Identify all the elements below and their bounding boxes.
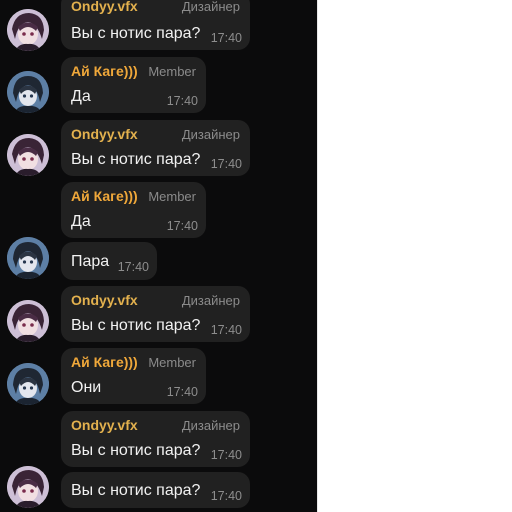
message-time: 17:40 <box>166 94 198 108</box>
message-bubble[interactable]: Ondyy.vfx Дизайнер Вы с нотис пара? 17:4… <box>61 0 250 50</box>
message-time: 17:40 <box>210 489 242 503</box>
avatar-kage[interactable] <box>7 363 49 405</box>
panel-edge <box>317 0 318 512</box>
avatar-kage[interactable] <box>7 237 49 279</box>
author-role: Member <box>148 355 196 370</box>
message-time: 17:40 <box>210 323 242 337</box>
message-text: Вы с нотис пара? <box>71 25 201 42</box>
anime-character-avatar-blue-icon <box>7 237 49 279</box>
message-bubble[interactable]: Ай Каге))) Member Они 17:40 <box>61 348 206 404</box>
avatar-ondyy[interactable] <box>7 466 49 508</box>
chat-area: Ondyy.vfx Дизайнер Вы с нотис пара? 17:4… <box>0 0 317 512</box>
author-name[interactable]: Ondyy.vfx <box>71 126 138 142</box>
message-time: 17:40 <box>166 385 198 399</box>
message-bubble[interactable]: Ай Каге))) Member Да 17:40 <box>61 57 206 113</box>
message-text: Они <box>71 379 102 396</box>
author-role: Дизайнер <box>181 127 240 142</box>
message-text: Вы с нотис пара? <box>71 151 201 168</box>
author-role: Дизайнер <box>181 418 240 433</box>
avatar-ondyy[interactable] <box>7 9 49 51</box>
message-time: 17:40 <box>210 157 242 171</box>
message-text: Да <box>71 213 91 230</box>
author-name[interactable]: Ondyy.vfx <box>71 0 138 14</box>
anime-character-avatar-purple-icon <box>7 300 49 342</box>
message-text: Пара <box>71 253 110 270</box>
anime-character-avatar-purple-icon <box>7 466 49 508</box>
message-bubble[interactable]: Ondyy.vfx Дизайнер Вы с нотис пара? 17:4… <box>61 411 250 467</box>
anime-character-avatar-purple-icon <box>7 9 49 51</box>
author-name[interactable]: Ondyy.vfx <box>71 417 138 433</box>
anime-character-avatar-blue-icon <box>7 363 49 405</box>
message-time: 17:40 <box>117 260 149 274</box>
author-role: Member <box>148 189 196 204</box>
author-name[interactable]: Ondyy.vfx <box>71 292 138 308</box>
message-bubble[interactable]: Пара 17:40 <box>61 242 157 280</box>
avatar-ondyy[interactable] <box>7 300 49 342</box>
author-name[interactable]: Ай Каге))) <box>71 354 138 370</box>
author-name[interactable]: Ай Каге))) <box>71 63 138 79</box>
message-bubble[interactable]: Ondyy.vfx Дизайнер Вы с нотис пара? 17:4… <box>61 286 250 342</box>
message-bubble[interactable]: Ай Каге))) Member Да 17:40 <box>61 182 206 238</box>
author-role: Дизайнер <box>181 0 240 14</box>
avatar-kage[interactable] <box>7 71 49 113</box>
message-time: 17:40 <box>210 448 242 462</box>
avatar-ondyy[interactable] <box>7 134 49 176</box>
message-time: 17:40 <box>166 219 198 233</box>
message-time: 17:40 <box>210 31 242 45</box>
message-bubble[interactable]: Вы с нотис пара? 17:40 <box>61 472 250 508</box>
message-text: Вы с нотис пара? <box>71 482 201 499</box>
message-text: Вы с нотис пара? <box>71 442 201 459</box>
message-bubble[interactable]: Ondyy.vfx Дизайнер Вы с нотис пара? 17:4… <box>61 120 250 176</box>
author-name[interactable]: Ай Каге))) <box>71 188 138 204</box>
message-text: Да <box>71 88 91 105</box>
anime-character-avatar-purple-icon <box>7 134 49 176</box>
message-text: Вы с нотис пара? <box>71 317 201 334</box>
author-role: Дизайнер <box>181 293 240 308</box>
anime-character-avatar-blue-icon <box>7 71 49 113</box>
author-role: Member <box>148 64 196 79</box>
